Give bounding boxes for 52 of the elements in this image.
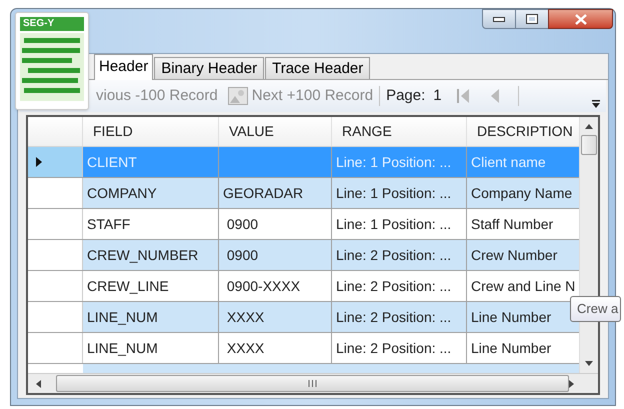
first-page-button[interactable] [456,88,470,104]
table-cell: Line: 2 Position: ... [332,271,467,301]
close-icon [574,14,586,24]
file-type-label: SEG-Y [20,17,84,31]
picture-icon [228,87,248,105]
row-header[interactable] [28,147,83,177]
scroll-left-icon [36,380,41,388]
table-cell: Line: 1 Position: ... [332,178,467,208]
page-number: 1 [433,86,442,106]
column-header[interactable]: FIELD [83,117,219,146]
table-cell: 0900-XXXX [219,271,332,301]
page-label: Page: [386,86,426,106]
table-cell: XXXX [219,333,332,363]
tab[interactable]: Binary Header [154,57,264,79]
close-button[interactable] [548,9,613,29]
table-cell: COMPANY [83,178,219,208]
maximize-icon [526,14,538,24]
overflow-button[interactable] [590,98,602,110]
scroll-down-icon [585,361,593,366]
table-cell: Line: 2 Position: ... [332,240,467,270]
tooltip: Crew a [570,296,622,322]
previous-page-icon [490,88,500,104]
maximize-button[interactable] [516,9,548,29]
column-header[interactable]: VALUE [219,117,332,146]
current-row-icon [36,157,42,167]
table-cell: XXXX [219,302,332,332]
tab[interactable]: Header [94,54,154,80]
table-cell: GEORADAR [219,178,332,208]
scroll-up-icon [585,124,593,129]
column-header[interactable]: RANGE [332,117,467,146]
scroll-thumb[interactable] [581,135,597,155]
table-cell: STAFF [83,209,219,239]
table-cell: Line: 2 Position: ... [332,333,467,363]
minimize-icon [493,16,505,22]
table-cell: 0900 [219,240,332,270]
table-cell: 0900 [219,209,332,239]
minimize-button[interactable] [482,9,516,29]
table-cell: Line: 2 Position: ... [332,302,467,332]
horizontal-scrollbar[interactable] [28,373,598,393]
table-cell: CREW_NUMBER [83,240,219,270]
first-page-icon [456,88,470,104]
table-cell: LINE_NUM [83,302,219,332]
previous-page-button[interactable] [490,88,500,104]
table-cell: Line: 1 Position: ... [332,147,467,177]
table-cell: CREW_LINE [83,271,219,301]
table-cell: Line: 1 Position: ... [332,209,467,239]
grip-icon [308,380,317,387]
tab[interactable]: Trace Header [265,57,370,79]
table-cell: CLIENT [83,147,219,177]
scroll-thumb[interactable] [56,375,570,392]
overflow-icon [592,100,600,108]
table-cell: LINE_NUM [83,333,219,363]
